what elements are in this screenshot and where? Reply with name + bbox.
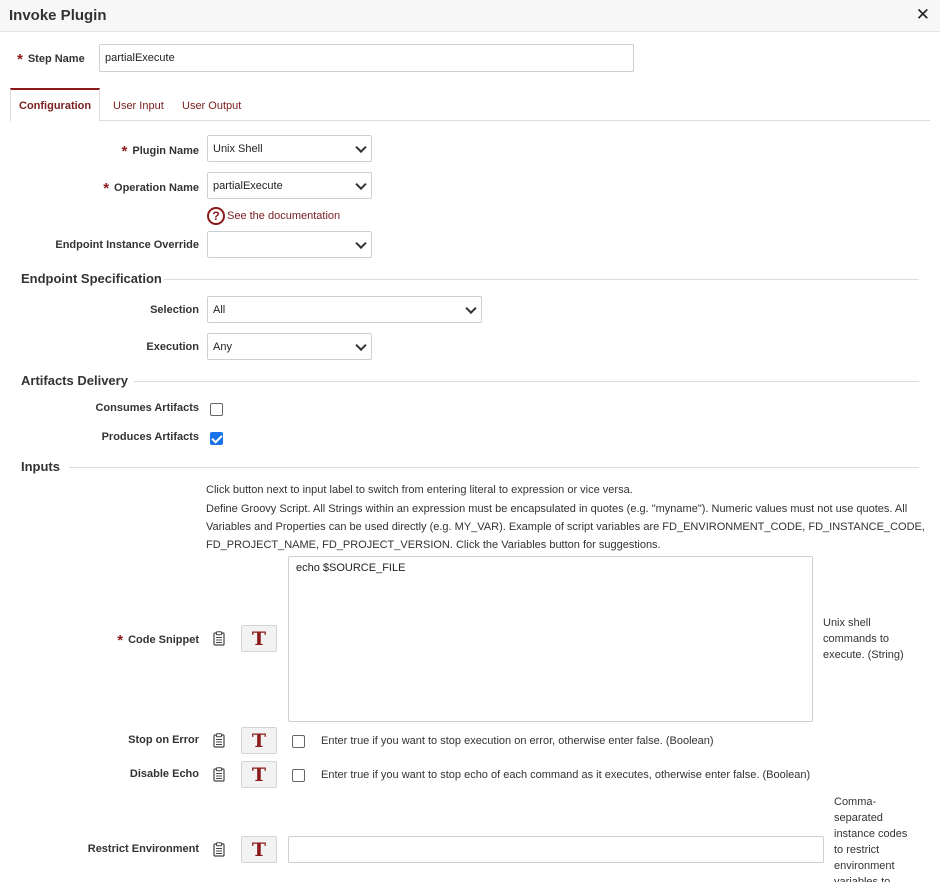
plugin-name-label-wrap: * Plugin Name — [121, 141, 199, 160]
execution-value: Any — [213, 340, 232, 353]
code-snippet-label: Code Snippet — [128, 634, 199, 646]
selection-value: All — [213, 303, 226, 316]
execution-label: Execution — [146, 341, 199, 353]
code-snippet-description: Unix shell commands to execute. (String) — [823, 615, 904, 663]
description-line: commands to — [823, 633, 890, 645]
chevron-down-icon — [355, 141, 367, 153]
tab-configuration[interactable]: Configuration — [10, 88, 101, 122]
required-asterisk: * — [103, 180, 110, 197]
groovy-help-line-1: Define Groovy Script. All Strings within… — [206, 503, 908, 515]
consumes-artifacts-label: Consumes Artifacts — [95, 402, 199, 414]
consumes-artifacts-checkbox[interactable] — [210, 403, 223, 416]
groovy-help-line-3: FD_PROJECT_NAME, FD_PROJECT_VERSION. Cli… — [206, 539, 661, 551]
disable-echo-description: Enter true if you want to stop echo of e… — [321, 769, 811, 781]
description-line: variables to — [834, 876, 891, 882]
description-line: environment — [834, 860, 895, 872]
operation-name-value: partialExecute — [213, 179, 283, 192]
description-line: execute. (String) — [823, 649, 904, 661]
chevron-down-icon — [355, 237, 367, 249]
documentation-link[interactable]: See the documentation — [227, 210, 340, 222]
section-endpoint-specification: Endpoint Specification — [21, 271, 162, 286]
required-asterisk: * — [121, 143, 128, 160]
plugin-name-value: Unix Shell — [213, 142, 263, 155]
execution-select[interactable]: Any — [207, 333, 372, 360]
expression-toggle-button[interactable]: T — [241, 625, 277, 652]
operation-name-label-wrap: * Operation Name — [103, 178, 199, 197]
expression-toggle-button[interactable]: T — [241, 836, 277, 863]
plugin-name-label: Plugin Name — [132, 145, 199, 157]
disable-echo-label: Disable Echo — [129, 768, 199, 780]
code-snippet-label-wrap: * Code Snippet — [117, 630, 199, 649]
disable-echo-checkbox[interactable] — [292, 769, 305, 782]
section-artifacts-delivery: Artifacts Delivery — [21, 373, 128, 388]
clipboard-icon[interactable] — [213, 767, 225, 782]
required-asterisk: * — [117, 632, 124, 649]
chevron-down-icon — [355, 339, 367, 351]
section-divider — [69, 467, 919, 468]
chevron-down-icon — [465, 302, 477, 314]
produces-artifacts-checkbox[interactable] — [210, 432, 223, 445]
clipboard-icon[interactable] — [213, 631, 225, 646]
description-line: to restrict — [834, 844, 880, 856]
restrict-environment-label: Restrict Environment — [87, 843, 199, 855]
description-line: Unix shell — [823, 617, 871, 629]
chevron-down-icon — [355, 178, 367, 190]
section-inputs: Inputs — [21, 459, 60, 474]
expression-toggle-button[interactable]: T — [241, 727, 277, 754]
dialog-title: Invoke Plugin — [9, 7, 107, 24]
tab-bar: Configuration User Input User Output — [10, 88, 930, 122]
step-name-input[interactable]: partialExecute — [99, 44, 634, 72]
plugin-name-select[interactable]: Unix Shell — [207, 135, 372, 162]
stop-on-error-label: Stop on Error — [128, 734, 199, 746]
dialog-titlebar: Invoke Plugin ✕ — [0, 0, 940, 32]
step-name-label: Step Name — [27, 53, 85, 65]
clipboard-icon[interactable] — [213, 733, 225, 748]
step-name-label-wrap: * Step Name — [17, 49, 85, 68]
groovy-help-line-2: Variables and Properties can be used dir… — [206, 521, 925, 533]
description-line: Comma- — [834, 796, 877, 808]
tab-user-input[interactable]: User Input — [105, 88, 172, 121]
endpoint-override-label: Endpoint Instance Override — [55, 239, 199, 251]
produces-artifacts-label: Produces Artifacts — [101, 431, 199, 443]
endpoint-override-select[interactable] — [207, 231, 372, 258]
selection-label: Selection — [150, 304, 199, 316]
stop-on-error-checkbox[interactable] — [292, 735, 305, 748]
section-divider — [164, 279, 919, 280]
code-snippet-value: echo $SOURCE_FILE — [296, 562, 406, 574]
section-divider — [134, 381, 919, 382]
operation-name-label: Operation Name — [114, 182, 199, 194]
stop-on-error-description: Enter true if you want to stop execution… — [321, 735, 714, 747]
expression-toggle-button[interactable]: T — [241, 761, 277, 788]
close-icon[interactable]: ✕ — [916, 6, 930, 24]
clipboard-icon[interactable] — [213, 842, 225, 857]
required-asterisk: * — [17, 51, 23, 68]
operation-name-select[interactable]: partialExecute — [207, 172, 372, 199]
selection-select[interactable]: All — [207, 296, 482, 323]
step-name-value: partialExecute — [105, 52, 175, 64]
restrict-environment-description: Comma- separated instance codes to restr… — [834, 794, 907, 882]
description-line: instance codes — [834, 828, 908, 840]
code-snippet-textarea[interactable]: echo $SOURCE_FILE — [288, 556, 813, 722]
description-line: separated — [834, 812, 883, 824]
restrict-environment-input[interactable] — [288, 836, 824, 863]
help-question-icon[interactable]: ? — [207, 207, 225, 225]
tab-user-output[interactable]: User Output — [174, 88, 249, 121]
inputs-help-text: Click button next to input label to swit… — [206, 484, 633, 496]
